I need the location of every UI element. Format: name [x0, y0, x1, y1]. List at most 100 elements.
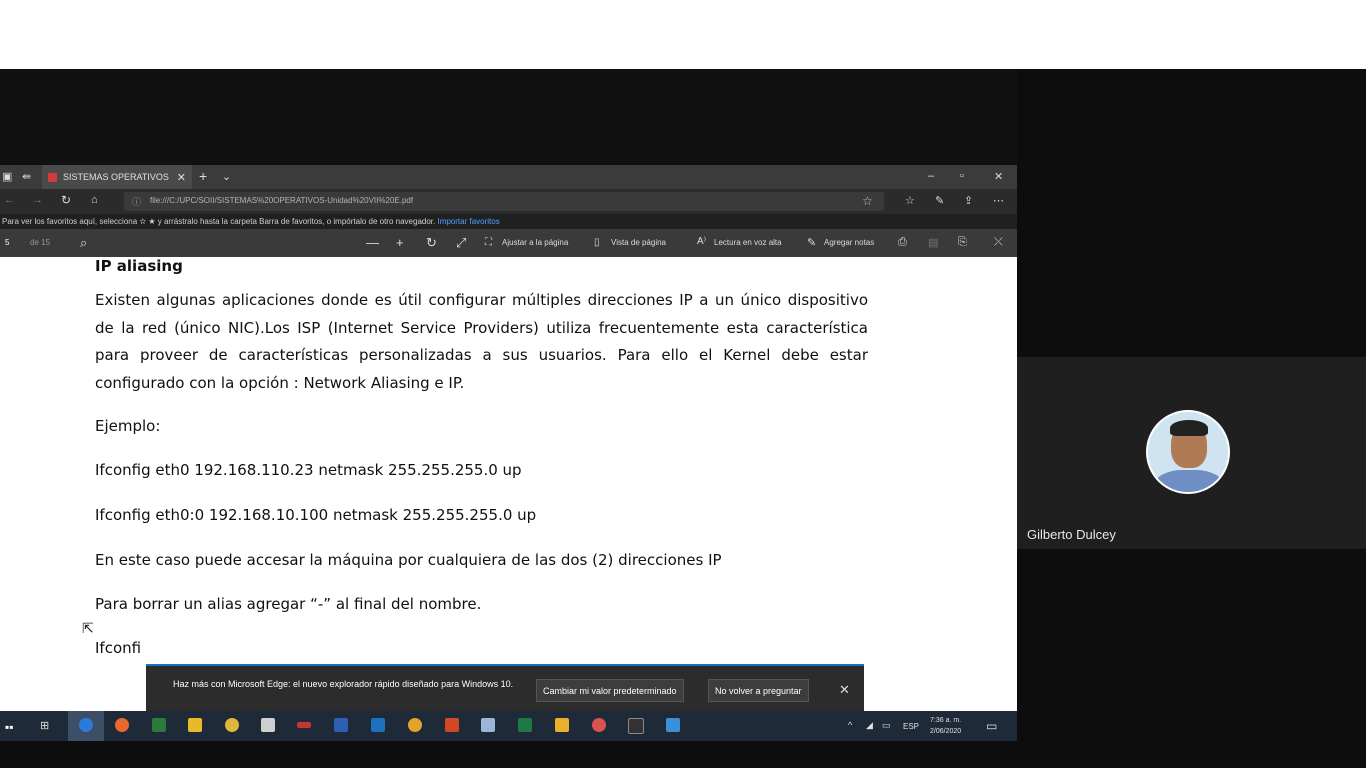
chrome-app-icon[interactable] — [225, 718, 239, 732]
edge-app-icon[interactable] — [79, 718, 93, 732]
read-aloud-icon: A⁾ — [697, 236, 707, 247]
pdf-favicon-icon — [48, 172, 57, 182]
fullscreen-icon[interactable]: ⤢ — [456, 235, 466, 251]
outlook-app-icon[interactable] — [371, 718, 385, 732]
rotate-icon[interactable]: ↻ — [426, 235, 437, 251]
fit-page-button[interactable]: Ajustar a la página — [502, 238, 568, 247]
address-bar: ← → ↻ ⌂ ⓘ file:///C:/UPC/SOII/SISTEMAS%2… — [0, 189, 1017, 214]
share-icon[interactable]: ⇪ — [964, 194, 973, 207]
example-label: Ejemplo: — [95, 417, 161, 435]
more-menu-icon[interactable]: ⋯ — [993, 194, 1004, 207]
favorites-hub-icon[interactable]: ☆ — [905, 194, 915, 207]
participant-tile[interactable]: Gilberto Dulcey — [1017, 357, 1366, 549]
tray-chevron-icon[interactable]: ^ — [848, 720, 852, 730]
section-heading: IP aliasing — [95, 257, 183, 275]
page-total: de 15 — [30, 238, 51, 247]
clock-time: 7:36 a. m. — [930, 717, 962, 724]
dont-ask-again-button[interactable]: No volver a preguntar — [708, 679, 809, 702]
tab-list-chevron-icon[interactable]: ⌄ — [222, 170, 231, 183]
firefox-app-icon[interactable] — [115, 718, 129, 732]
command-line-2: Ifconfig eth0:0 192.168.10.100 netmask 2… — [95, 506, 537, 524]
app-red-icon[interactable] — [592, 718, 606, 732]
home-icon[interactable]: ⌂ — [91, 194, 98, 206]
web-note-icon[interactable]: ✎ — [935, 194, 944, 207]
windows-taskbar: ▪▪ ⊞ ^ ◢ ▭ ESP 7:36 a. m. 2/06/2020 ▭ — [0, 711, 1017, 741]
chrome-2-app-icon[interactable] — [408, 718, 422, 732]
notification-text: Haz más con Microsoft Edge: el nuevo exp… — [173, 679, 514, 689]
favorite-star-icon[interactable]: ☆ — [862, 194, 873, 208]
app-yellow-icon[interactable] — [555, 718, 569, 732]
favorites-message: Para ver los favoritos aquí, selecciona — [2, 217, 138, 226]
powerpoint-app-icon[interactable] — [445, 718, 459, 732]
avatar — [1146, 410, 1230, 494]
screen-share-area: ▣ ⇚ SISTEMAS OPERATIVOS ✕ + ⌄ – ▫ ✕ ← → … — [0, 69, 1017, 741]
url-field[interactable]: ⓘ file:///C:/UPC/SOII/SISTEMAS%20OPERATI… — [124, 192, 884, 211]
read-aloud-button[interactable]: Lectura en voz alta — [714, 238, 782, 247]
clock-date: 2/06/2020 — [930, 728, 962, 735]
add-notes-button[interactable]: Agregar notas — [824, 238, 874, 247]
participant-name: Gilberto Dulcey — [1027, 527, 1116, 542]
file-explorer-icon[interactable] — [188, 718, 202, 732]
app-green-icon[interactable] — [152, 718, 166, 732]
pin-toolbar-icon[interactable]: ⤬ — [994, 236, 1003, 249]
search-icon[interactable]: ⌕ — [80, 235, 87, 251]
tab-actions-icon[interactable]: ▣ — [2, 170, 12, 183]
tab-title: SISTEMAS OPERATIVOS — [63, 172, 169, 182]
avatar-shirt — [1154, 470, 1224, 492]
tabs-aside-icon[interactable]: ⇚ — [22, 170, 31, 183]
excel-app-icon[interactable] — [518, 718, 532, 732]
maximize-icon[interactable]: ▫ — [960, 170, 964, 182]
virtualbox-app-icon[interactable] — [481, 718, 495, 732]
url-text: file:///C:/UPC/SOII/SISTEMAS%20OPERATIVO… — [150, 196, 414, 205]
word-app-icon[interactable] — [334, 718, 348, 732]
close-window-icon[interactable]: ✕ — [994, 170, 1003, 183]
paragraph-remove-alias: Para borrar un alias agregar “-” al fina… — [95, 595, 482, 613]
paragraph-intro: Existen algunas aplicaciones donde es út… — [95, 291, 868, 392]
zoom-out-icon[interactable]: — — [366, 235, 379, 250]
bottom-black-strip — [0, 741, 1017, 768]
favorites-message-2: y arrástralo hasta la carpeta Barra de f… — [157, 217, 436, 226]
command-line-3-partial: Ifconfi — [95, 639, 142, 657]
windows-start-icon[interactable]: ▪▪ — [5, 720, 14, 734]
zoom-in-icon[interactable]: + — [396, 235, 404, 250]
pdf-toolbar: 5 de 15 ⌕ — + ↻ ⤢ ⛶ Ajustar a la página … — [0, 229, 1017, 257]
language-indicator[interactable]: ESP — [903, 722, 919, 731]
network-icon[interactable]: ◢ — [866, 720, 873, 731]
change-default-button[interactable]: Cambiar mi valor predeterminado — [536, 679, 684, 702]
favorites-star-icon: ✫ ★ — [139, 217, 158, 226]
minimize-icon[interactable]: – — [928, 170, 934, 182]
clock[interactable]: 7:36 a. m. 2/06/2020 — [930, 715, 961, 737]
save-as-icon[interactable]: ⎘ — [958, 236, 967, 249]
tab-sistemas-operativos[interactable]: SISTEMAS OPERATIVOS ✕ — [42, 165, 192, 189]
top-blank-area — [0, 0, 1366, 69]
fit-page-icon: ⛶ — [485, 237, 492, 248]
remote-app-icon[interactable] — [666, 718, 680, 732]
refresh-icon[interactable]: ↻ — [61, 193, 71, 207]
tab-close-icon[interactable]: ✕ — [177, 171, 186, 184]
info-icon: ⓘ — [132, 197, 142, 207]
import-favorites-link[interactable]: Importar favoritos — [437, 217, 499, 226]
notification-close-icon[interactable]: ✕ — [839, 682, 850, 698]
task-view-icon[interactable]: ⊞ — [40, 719, 49, 732]
page-view-button[interactable]: Vista de página — [611, 238, 666, 247]
command-line-1: Ifconfig eth0 192.168.110.23 netmask 255… — [95, 461, 522, 479]
terminal-app-icon[interactable] — [628, 718, 644, 734]
edge-default-notification: Haz más con Microsoft Edge: el nuevo exp… — [146, 664, 864, 714]
favorites-bar: Para ver los favoritos aquí, selecciona … — [0, 214, 1017, 229]
battery-icon[interactable]: ▭ — [882, 720, 891, 731]
new-tab-icon[interactable]: + — [199, 168, 207, 184]
forward-icon[interactable]: → — [32, 194, 43, 206]
edge-browser-window: ▣ ⇚ SISTEMAS OPERATIVOS ✕ + ⌄ – ▫ ✕ ← → … — [0, 165, 1017, 741]
notes-pen-icon: ✎ — [807, 237, 817, 249]
back-icon[interactable]: ← — [4, 194, 15, 206]
page-number-input[interactable]: 5 — [5, 238, 9, 247]
page-view-icon: ▯ — [594, 237, 600, 248]
rsa-app-icon[interactable] — [297, 722, 311, 728]
calculator-icon[interactable] — [261, 718, 275, 732]
paragraph-access: En este caso puede accesar la máquina po… — [95, 551, 722, 569]
mouse-cursor-icon: ⇱ — [82, 620, 94, 636]
save-icon[interactable]: ▤ — [928, 236, 938, 249]
print-icon[interactable]: ⎙ — [898, 236, 907, 249]
avatar-hair — [1170, 420, 1208, 436]
action-center-icon[interactable]: ▭ — [986, 719, 997, 733]
